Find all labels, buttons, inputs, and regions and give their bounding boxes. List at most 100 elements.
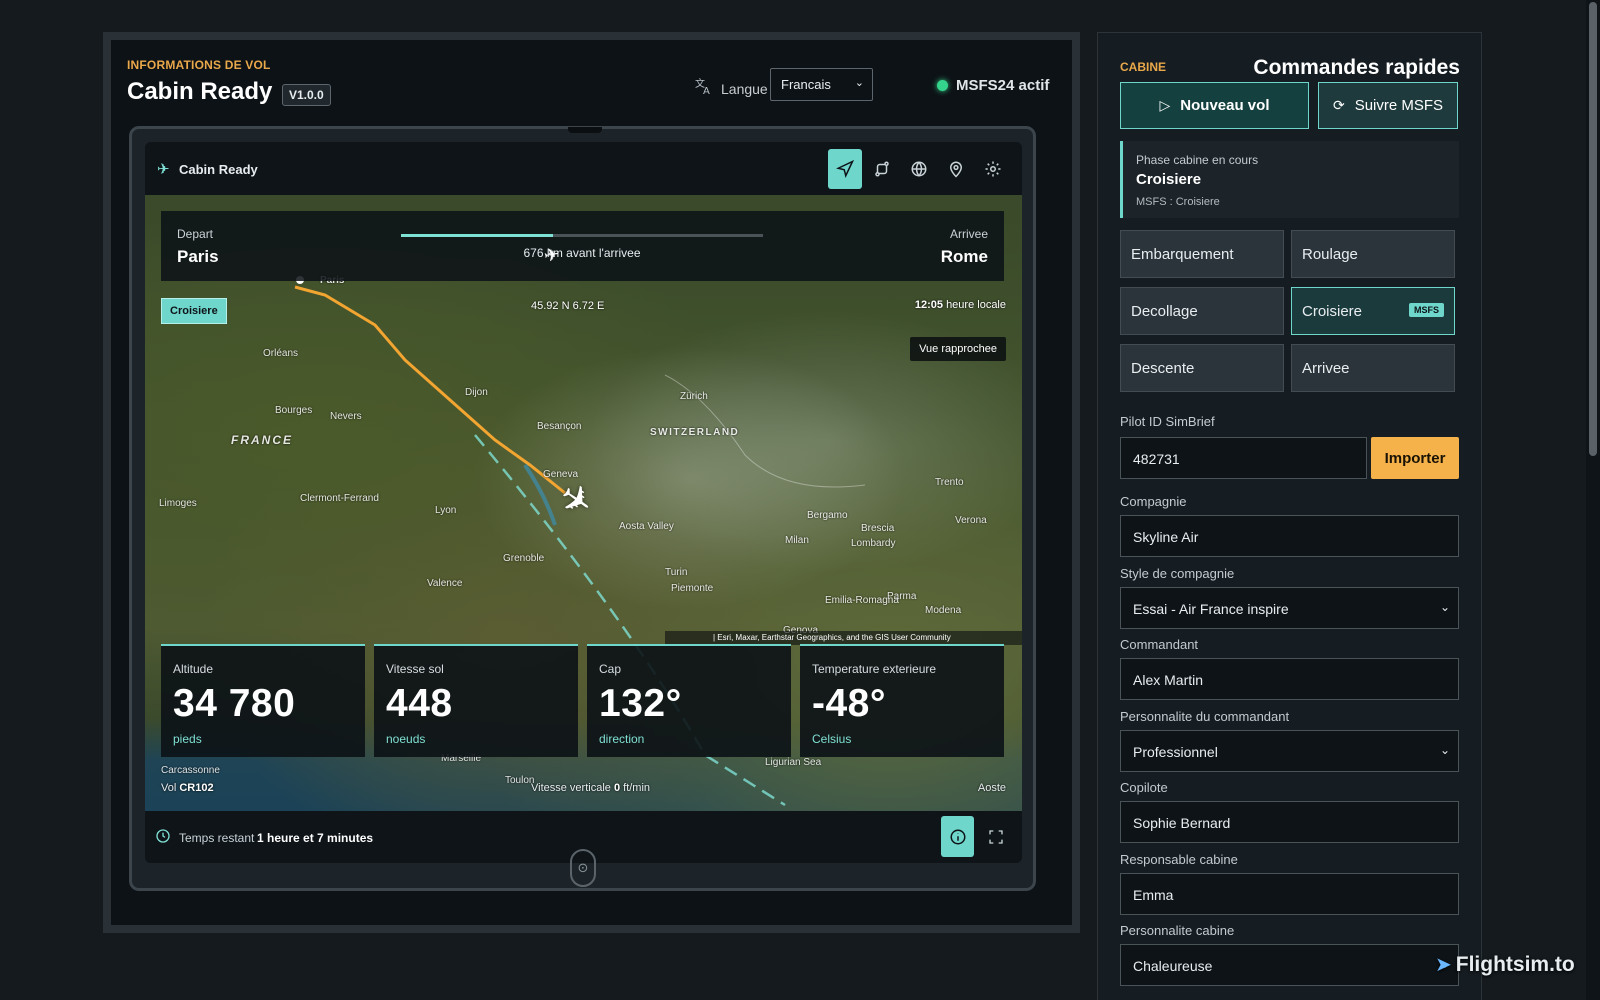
quick-commands-heading: Commandes rapides: [1253, 56, 1460, 79]
map-label-brescia: Brescia: [861, 523, 895, 534]
arrival-label: Arrivee: [949, 227, 988, 241]
company-style-value: Essai - Air France inspire: [1133, 601, 1289, 617]
captain-personality-label: Personnalite du commandant: [1120, 709, 1290, 724]
map-label-limoges: Limoges: [159, 498, 197, 509]
stat-value: 448: [386, 682, 453, 725]
language-label: Langue: [721, 81, 768, 97]
satellite-map[interactable]: Paris FRANCE SWITZERLAND Geneva Lyon Gre…: [145, 195, 1022, 811]
map-pin-icon[interactable]: [939, 149, 973, 189]
captain-input[interactable]: Alex Martin: [1120, 658, 1459, 700]
zoom-in-button[interactable]: Vue rapprochee: [910, 337, 1006, 361]
captain-personality-value: Professionnel: [1133, 744, 1218, 760]
settings-icon[interactable]: [976, 149, 1010, 189]
follow-msfs-button[interactable]: ⟳ Suivre MSFS: [1318, 82, 1458, 129]
map-label-zurich: Zürich: [680, 391, 708, 402]
tablet-topbar: ✈ Cabin Ready: [145, 142, 1022, 195]
fullscreen-icon[interactable]: [981, 816, 1011, 857]
map-label-orleans: Orléans: [263, 348, 299, 359]
stat-value: 34 780: [173, 682, 296, 725]
phase-button-roulage[interactable]: Roulage: [1291, 230, 1455, 278]
map-label-valence: Valence: [427, 578, 463, 589]
msfs-badge: MSFS: [1408, 303, 1444, 317]
chevron-down-icon: ⌄: [1439, 600, 1450, 614]
stat-label: Vitesse sol: [386, 662, 444, 676]
map-label-clermont: Clermont-Ferrand: [300, 493, 379, 504]
cabin-personality-select[interactable]: Chaleureuse ⌄: [1120, 944, 1459, 986]
map-label-verona: Verona: [955, 515, 987, 526]
map-label-grenoble: Grenoble: [503, 553, 545, 564]
svg-text:A: A: [703, 86, 710, 96]
stat-label: Altitude: [173, 662, 214, 676]
stat-label: Temperature exterieure: [812, 662, 937, 676]
cabin-lead-input[interactable]: Emma: [1120, 873, 1459, 915]
sim-status: MSFS24 actif: [956, 77, 1050, 94]
map-label-dijon: Dijon: [465, 387, 488, 398]
phase-button-embarquement[interactable]: Embarquement: [1120, 230, 1284, 278]
coordinates-readout: 45.92 N 6.72 E: [531, 300, 605, 312]
vertical-speed: Vitesse verticale 0 ft/min: [531, 782, 650, 794]
phase-button-arrivee[interactable]: Arrivee: [1291, 344, 1455, 392]
departure-label: Depart: [177, 227, 214, 241]
tablet-app-title: Cabin Ready: [179, 162, 258, 177]
version-badge: V1.0.0: [282, 84, 331, 106]
map-label-besancon: Besançon: [537, 421, 582, 432]
map-label-lombardy: Lombardy: [851, 538, 896, 549]
phase-button-croisiere[interactable]: Croisiere MSFS: [1291, 287, 1455, 335]
map-label-milan: Milan: [785, 535, 809, 546]
info-icon[interactable]: [941, 816, 974, 857]
tablet-home-button[interactable]: ⊙: [570, 849, 596, 887]
stat-outside-temperature: Temperature exterieure -48° Celsius: [800, 644, 1004, 757]
vertical-speed-value: 0: [613, 782, 621, 794]
import-button[interactable]: Importer: [1371, 437, 1459, 479]
map-label-trento: Trento: [935, 477, 964, 488]
language-select[interactable]: Francais ⌄: [770, 68, 873, 101]
map-label-turin: Turin: [665, 567, 688, 578]
map-label-switzerland: SWITZERLAND: [650, 427, 740, 438]
map-label-carcassonne: Carcassonne: [161, 765, 220, 776]
stat-heading: Cap 132° direction: [587, 644, 791, 757]
route-progress-panel: Depart Paris ✈ 676 km avant l'arrivee Ar…: [161, 211, 1004, 281]
route-progress-fill: [401, 234, 554, 237]
route-icon[interactable]: [865, 149, 899, 189]
company-input[interactable]: Skyline Air: [1120, 515, 1459, 557]
company-style-select[interactable]: Essai - Air France inspire ⌄: [1120, 587, 1459, 629]
watermark: ➤ Flightsim.to: [1435, 952, 1575, 977]
map-label-emilia: Emilia-Romagna: [825, 595, 899, 606]
section-kicker: INFORMATIONS DE VOL: [127, 58, 271, 72]
phase-button-label: Croisiere: [1302, 303, 1363, 320]
status-dot-icon: [937, 80, 948, 91]
stat-unit: direction: [599, 732, 645, 746]
phase-button-descente[interactable]: Descente: [1120, 344, 1284, 392]
pilot-id-label: Pilot ID SimBrief: [1120, 414, 1215, 429]
map-label-modena: Modena: [925, 605, 962, 616]
stat-unit: noeuds: [386, 732, 426, 746]
current-phase-card: Phase cabine en cours Croisiere MSFS : C…: [1120, 141, 1459, 218]
clock-icon: [155, 828, 171, 848]
cabin-panel: CABINE Commandes rapides ▷ Nouveau vol ⟳…: [1097, 32, 1482, 1000]
captain-personality-select[interactable]: Professionnel ⌄: [1120, 730, 1459, 772]
phase-button-decollage[interactable]: Decollage: [1120, 287, 1284, 335]
pilot-id-input[interactable]: 482731: [1120, 437, 1367, 479]
tablet-notch: [568, 127, 602, 133]
follow-msfs-label: Suivre MSFS: [1354, 97, 1444, 114]
departure-city: Paris: [177, 247, 219, 266]
globe-icon[interactable]: [902, 149, 936, 189]
flight-number-value: CR102: [179, 782, 214, 794]
scrollbar-thumb[interactable]: [1589, 2, 1597, 456]
navigation-icon[interactable]: [828, 149, 862, 189]
map-label-bourges: Bourges: [275, 405, 313, 416]
flight-prefix: Vol: [161, 782, 177, 794]
remaining-time-label: Temps restant: [179, 831, 255, 845]
copilot-input[interactable]: Sophie Bernard: [1120, 801, 1459, 843]
flight-number: Vol CR102: [161, 782, 214, 794]
stat-altitude: Altitude 34 780 pieds: [161, 644, 365, 757]
company-label: Compagnie: [1120, 494, 1187, 509]
current-phase-source: MSFS : Croisiere: [1136, 196, 1220, 208]
new-flight-button[interactable]: ▷ Nouveau vol: [1120, 82, 1309, 129]
map-label-ligurian: Ligurian Sea: [765, 757, 822, 768]
captain-label: Commandant: [1120, 637, 1199, 652]
copilot-label: Copilote: [1120, 780, 1168, 795]
watermark-text: Flightsim.to: [1455, 953, 1575, 976]
cabin-kicker: CABINE: [1120, 60, 1167, 74]
company-style-label: Style de compagnie: [1120, 566, 1235, 581]
